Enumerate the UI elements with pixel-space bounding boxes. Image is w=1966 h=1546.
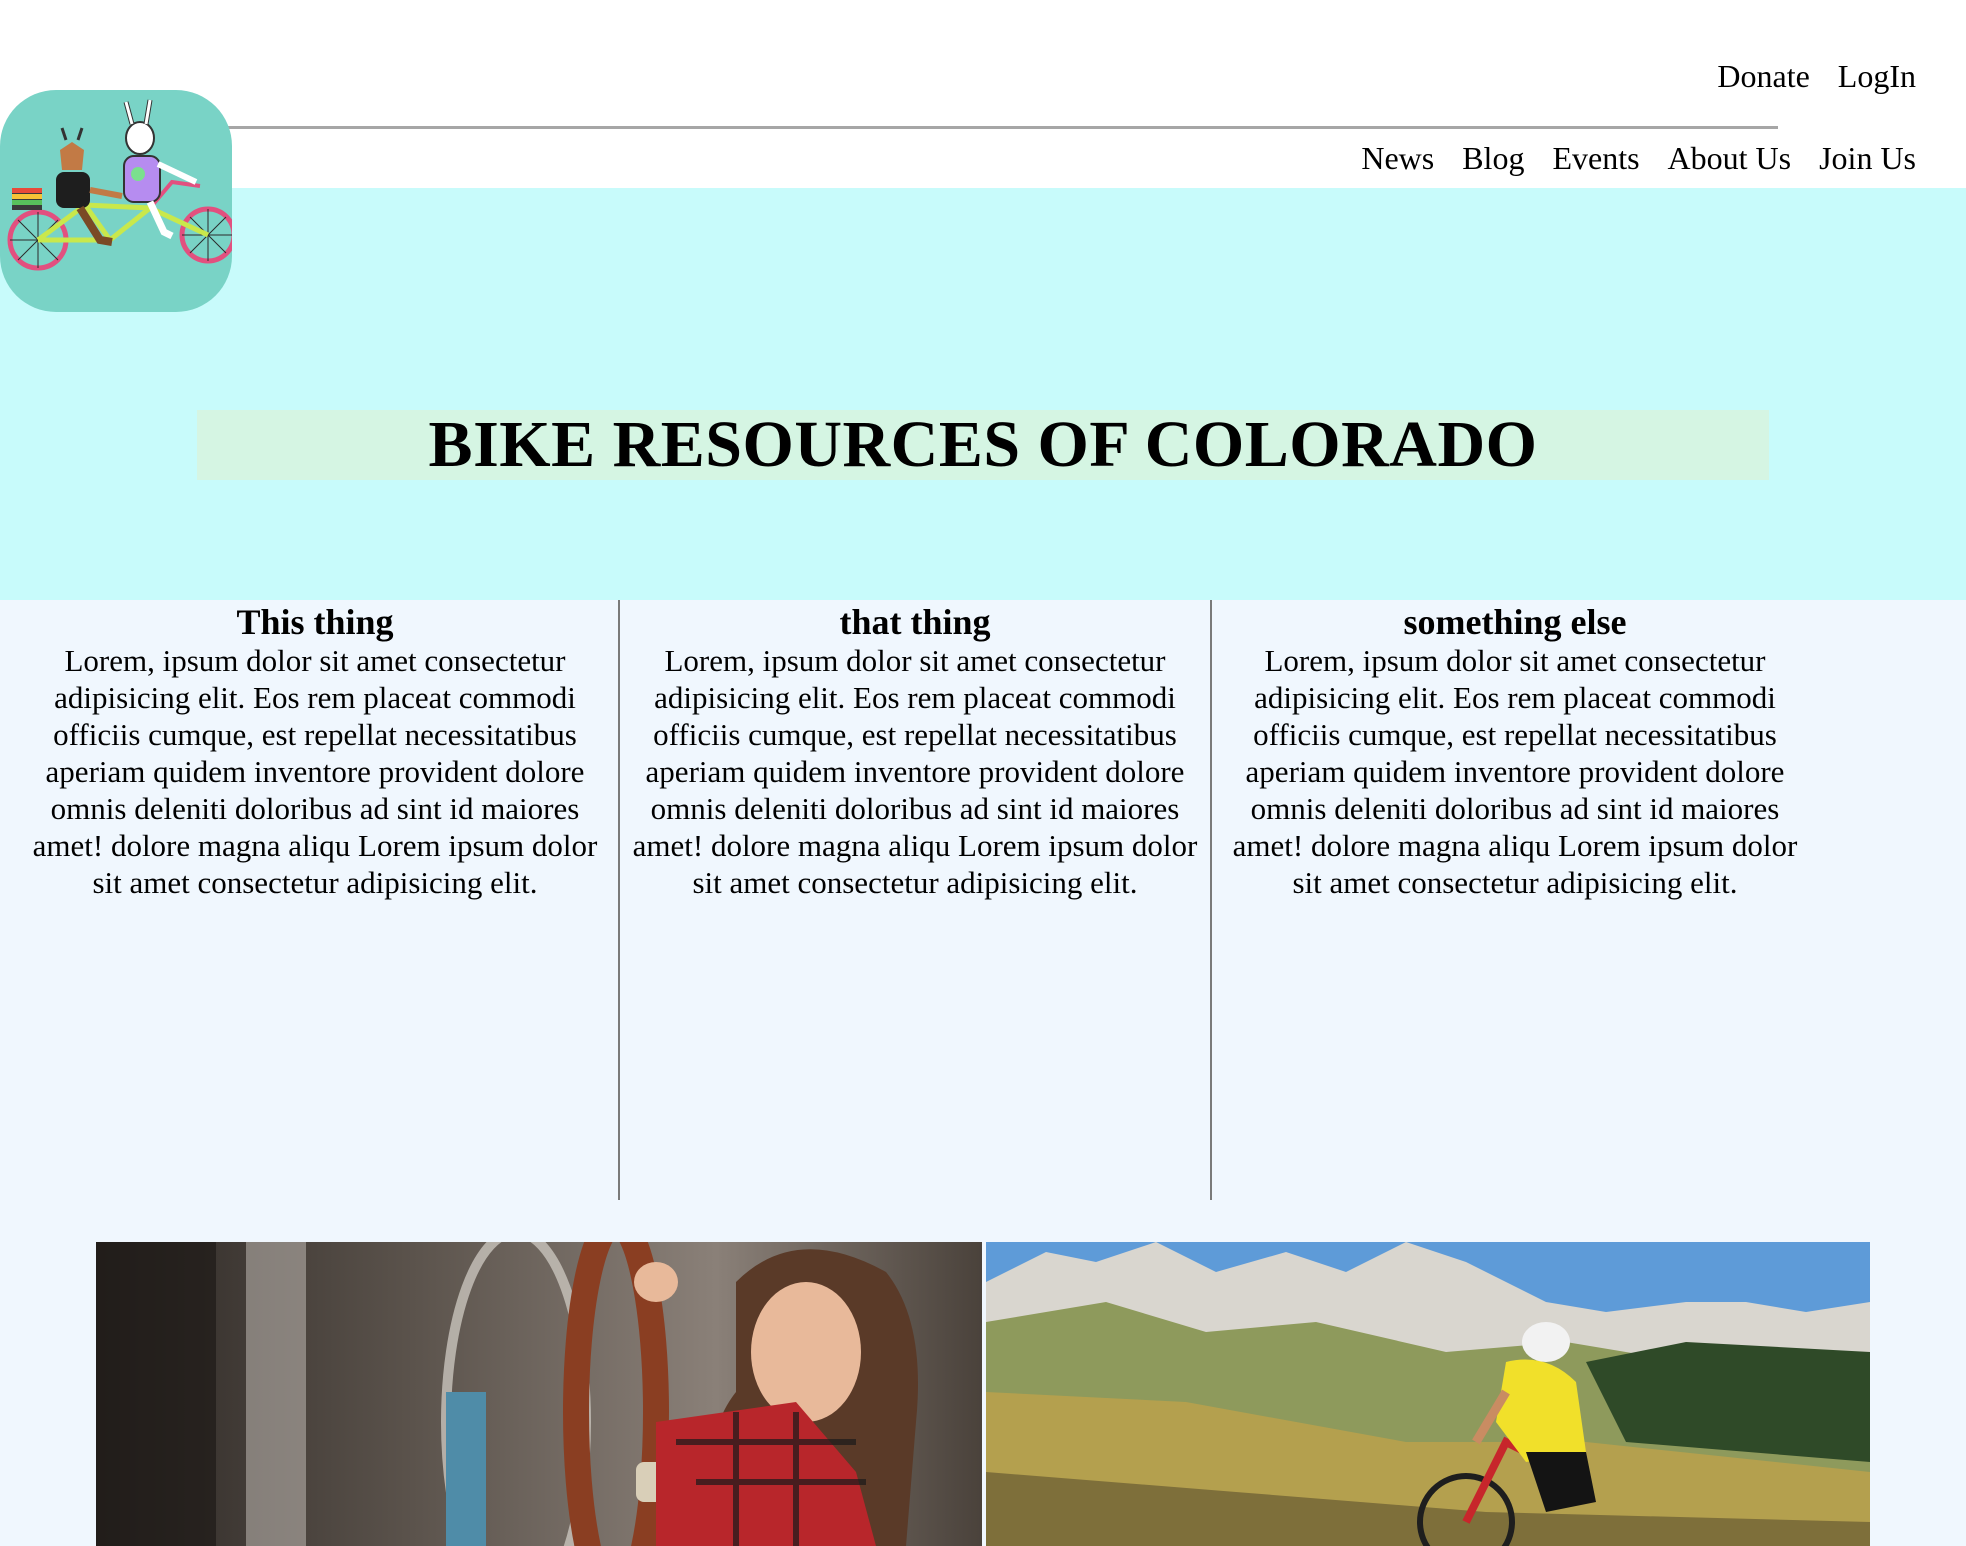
feature-columns: This thing Lorem, ipsum dolor sit amet c…	[0, 600, 1966, 1200]
column-heading: something else	[1403, 602, 1627, 642]
column-heading: that thing	[839, 602, 991, 642]
mountain-biker-image	[986, 1242, 1870, 1546]
site-logo[interactable]	[0, 90, 232, 312]
tandem-bike-logo-icon	[7, 99, 232, 271]
nav-news[interactable]: News	[1361, 140, 1434, 177]
nav-about-us[interactable]: About Us	[1668, 140, 1792, 177]
login-link[interactable]: LogIn	[1838, 58, 1916, 95]
page-title: BIKE RESOURCES OF COLORADO	[428, 408, 1538, 481]
column-divider	[1210, 600, 1212, 1200]
feature-column-1: This thing Lorem, ipsum dolor sit amet c…	[20, 600, 610, 1200]
hero-section	[0, 188, 1966, 600]
donate-link[interactable]: Donate	[1717, 58, 1809, 95]
column-body: Lorem, ipsum dolor sit amet consectetur …	[1232, 643, 1798, 900]
bike-mechanic-image	[96, 1242, 982, 1546]
nav-events[interactable]: Events	[1552, 140, 1639, 177]
mountain-biker-photo	[986, 1242, 1870, 1546]
site-header: Donate LogIn News Blog Events About Us J…	[0, 0, 1966, 188]
feature-column-3: something else Lorem, ipsum dolor sit am…	[1220, 600, 1810, 1200]
column-body: Lorem, ipsum dolor sit amet consectetur …	[632, 643, 1198, 900]
nav-join-us[interactable]: Join Us	[1819, 140, 1916, 177]
main-nav: News Blog Events About Us Join Us	[1361, 140, 1916, 177]
nav-blog[interactable]: Blog	[1462, 140, 1524, 177]
column-divider	[618, 600, 620, 1200]
bike-mechanic-photo	[96, 1242, 982, 1546]
column-body: Lorem, ipsum dolor sit amet consectetur …	[32, 643, 598, 900]
utility-links: Donate LogIn	[1717, 58, 1916, 95]
column-heading: This thing	[236, 602, 394, 642]
feature-column-2: that thing Lorem, ipsum dolor sit amet c…	[620, 600, 1210, 1200]
hero-title-band: BIKE RESOURCES OF COLORADO	[197, 410, 1769, 480]
header-divider	[222, 126, 1778, 129]
